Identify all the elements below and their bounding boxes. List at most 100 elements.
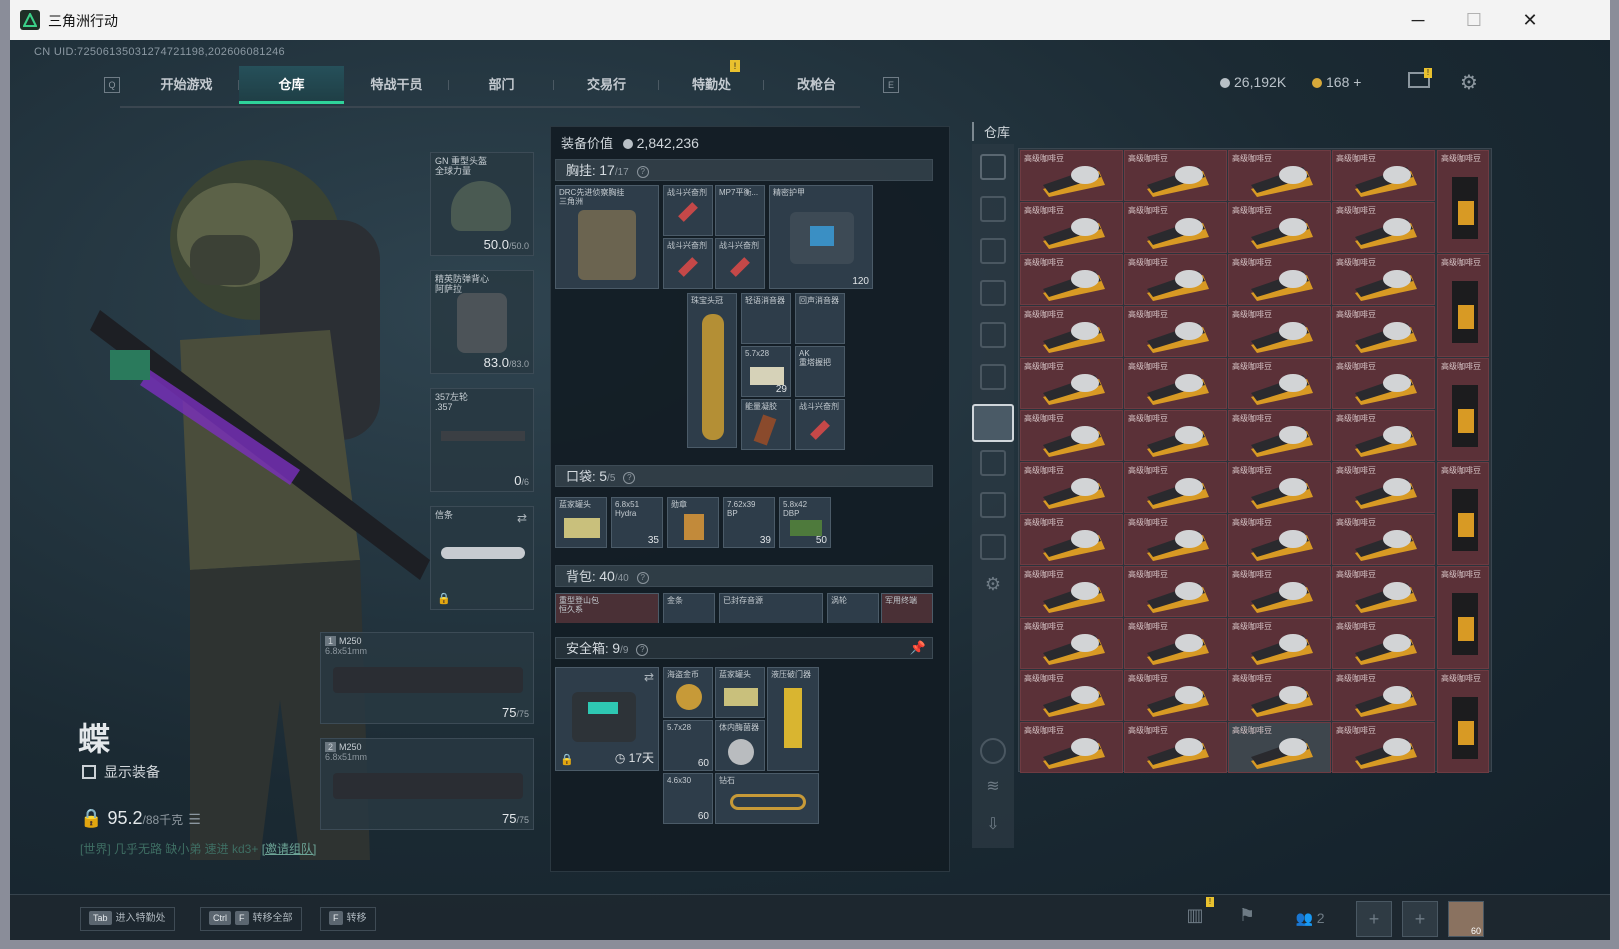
warehouse-item[interactable]: 高级咖啡豆: [1124, 150, 1227, 201]
warehouse-item[interactable]: 高级咖啡豆: [1332, 514, 1435, 565]
primary-weapon-slot-1[interactable]: 1 M250 6.8x51mm 75/75: [320, 632, 534, 724]
squad-members[interactable]: 👥 2: [1290, 905, 1330, 931]
warehouse-item[interactable]: 高级咖啡豆: [1124, 514, 1227, 565]
warehouse-sort-icon[interactable]: [980, 738, 1006, 764]
armor-slot[interactable]: 精英防弹背心 阿萨拉 83.0/83.0: [430, 270, 534, 374]
warehouse-item[interactable]: 高级咖啡豆: [1020, 202, 1123, 253]
maximize-button[interactable]: ☐: [1454, 6, 1494, 34]
warehouse-tab-5-icon[interactable]: [980, 364, 1006, 390]
warehouse-item[interactable]: 高级咖啡豆: [1332, 202, 1435, 253]
swap-icon[interactable]: ⇄: [644, 670, 654, 684]
tab-special-service[interactable]: 特勤处: [659, 66, 764, 104]
warehouse-item[interactable]: 高级咖啡豆: [1124, 254, 1227, 305]
warehouse-tab-2-icon[interactable]: [980, 238, 1006, 264]
gold-currency[interactable]: 168 +: [1312, 74, 1361, 90]
warehouse-tab-6-icon[interactable]: [980, 450, 1006, 476]
helmet-slot[interactable]: GN 重型头盔 全球力量 50.0/50.0: [430, 152, 534, 256]
show-equipment-toggle[interactable]: 显示装备: [82, 762, 160, 782]
invite-team-link[interactable]: [邀请组队]: [262, 842, 317, 856]
inventory-item[interactable]: 5.8x42 DBP 50: [779, 497, 831, 548]
warehouse-item[interactable]: 高级咖啡豆: [1124, 462, 1227, 513]
hint-enter-special-service[interactable]: Tab 进入特勤处: [80, 907, 175, 931]
warehouse-item[interactable]: 高级咖啡豆: [1124, 306, 1227, 357]
inventory-item[interactable]: 4.6x30 60: [663, 773, 713, 824]
tab-operators[interactable]: 特战干员: [344, 66, 449, 104]
inventory-item[interactable]: 已封存音源: [719, 593, 823, 623]
inventory-item[interactable]: 战斗兴奋剂: [663, 185, 713, 236]
nav-right-key[interactable]: E: [883, 77, 899, 93]
inventory-item[interactable]: 6.8x51 Hydra 35: [611, 497, 663, 548]
warehouse-item[interactable]: 高级咖啡豆: [1228, 462, 1331, 513]
warehouse-item-tall[interactable]: 高级咖啡豆: [1437, 462, 1489, 565]
warehouse-item[interactable]: 高级咖啡豆: [1020, 306, 1123, 357]
tab-market[interactable]: 交易行: [554, 66, 659, 104]
warehouse-item[interactable]: 高级咖啡豆: [1124, 618, 1227, 669]
warehouse-tab-3-icon[interactable]: [980, 280, 1006, 306]
tab-gunsmith[interactable]: 改枪台: [764, 66, 869, 104]
inventory-item[interactable]: 金条: [663, 593, 715, 623]
warehouse-item[interactable]: 高级咖啡豆: [1332, 254, 1435, 305]
inventory-item[interactable]: 回声消音器: [795, 293, 845, 344]
inventory-item[interactable]: 能量凝胶: [741, 399, 791, 450]
warehouse-item[interactable]: 高级咖啡豆: [1332, 670, 1435, 721]
inventory-item[interactable]: 军用终端: [881, 593, 933, 623]
warehouse-item-tall[interactable]: 高级咖啡豆: [1437, 150, 1489, 253]
warehouse-item[interactable]: 高级咖啡豆: [1228, 670, 1331, 721]
inventory-item[interactable]: 蓝家罐头: [715, 667, 765, 718]
warehouse-item[interactable]: 高级咖啡豆: [1332, 618, 1435, 669]
inventory-item[interactable]: AK 重塔握把: [795, 346, 845, 397]
inventory-item[interactable]: 海盗金币: [663, 667, 713, 718]
inventory-item[interactable]: 战斗兴奋剂: [715, 238, 765, 289]
help-icon[interactable]: ?: [636, 166, 649, 178]
warehouse-tab-all-icon[interactable]: [980, 154, 1006, 180]
warehouse-item[interactable]: 高级咖啡豆: [1228, 306, 1331, 357]
inventory-item[interactable]: 勋章: [667, 497, 719, 548]
warehouse-item[interactable]: 高级咖啡豆: [1020, 618, 1123, 669]
help-icon[interactable]: ?: [636, 572, 649, 584]
warehouse-item[interactable]: 高级咖啡豆: [1228, 254, 1331, 305]
warehouse-item[interactable]: 高级咖啡豆: [1020, 514, 1123, 565]
pin-icon[interactable]: 📌: [910, 638, 926, 658]
safebox-container[interactable]: ⇄ 🔒 ◷ 17天: [555, 667, 659, 771]
warehouse-item[interactable]: 高级咖啡豆: [1228, 722, 1331, 773]
inventory-item[interactable]: 战斗兴奋剂: [795, 399, 845, 450]
warehouse-item[interactable]: 高级咖啡豆: [1020, 410, 1123, 461]
warehouse-item-tall[interactable]: 高级咖啡豆: [1437, 670, 1489, 773]
stats-chart-icon[interactable]: ▥: [1182, 905, 1208, 931]
warehouse-item[interactable]: 高级咖啡豆: [1020, 254, 1123, 305]
show-equipment-checkbox[interactable]: [82, 765, 96, 779]
flag-icon[interactable]: ⚑: [1234, 905, 1260, 931]
hint-transfer[interactable]: F 转移: [320, 907, 376, 931]
layers-icon[interactable]: ≋: [980, 776, 1006, 802]
swap-icon[interactable]: ⇄: [517, 511, 527, 525]
warehouse-item[interactable]: 高级咖啡豆: [1228, 566, 1331, 617]
warehouse-item[interactable]: 高级咖啡豆: [1228, 618, 1331, 669]
warehouse-item[interactable]: 高级咖啡豆: [1020, 358, 1123, 409]
warehouse-settings-gear-icon[interactable]: ⚙: [980, 574, 1006, 600]
warehouse-item[interactable]: 高级咖啡豆: [1332, 410, 1435, 461]
inventory-item[interactable]: 轻语消音器: [741, 293, 791, 344]
warehouse-tab-4-icon[interactable]: [980, 322, 1006, 348]
tab-department[interactable]: 部门: [449, 66, 554, 104]
warehouse-item-tall[interactable]: 高级咖啡豆: [1437, 358, 1489, 461]
warehouse-item[interactable]: 高级咖啡豆: [1332, 358, 1435, 409]
warehouse-item[interactable]: 高级咖啡豆: [1124, 722, 1227, 773]
inventory-item[interactable]: 蓝家罐头: [555, 497, 607, 548]
warehouse-item[interactable]: 高级咖啡豆: [1020, 670, 1123, 721]
inventory-item[interactable]: 战斗兴奋剂: [663, 238, 713, 289]
primary-weapon-slot-2[interactable]: 2 M250 6.8x51mm 75/75: [320, 738, 534, 830]
warehouse-item[interactable]: 高级咖啡豆: [1020, 722, 1123, 773]
warehouse-item[interactable]: 高级咖啡豆: [1228, 358, 1331, 409]
warehouse-item[interactable]: 高级咖啡豆: [1332, 462, 1435, 513]
warehouse-item[interactable]: 高级咖啡豆: [1020, 566, 1123, 617]
inventory-item[interactable]: 液压破门器: [767, 667, 819, 771]
warehouse-item[interactable]: 高级咖啡豆: [1124, 566, 1227, 617]
settings-gear-icon[interactable]: ⚙: [1460, 70, 1478, 95]
inventory-item[interactable]: 重型登山包 恒久系: [555, 593, 659, 623]
warehouse-item[interactable]: 高级咖啡豆: [1124, 410, 1227, 461]
inventory-item[interactable]: 珠宝头冠: [687, 293, 737, 448]
warehouse-item[interactable]: 高级咖啡豆: [1332, 150, 1435, 201]
warehouse-item[interactable]: 高级咖啡豆: [1332, 722, 1435, 773]
warehouse-item[interactable]: 高级咖啡豆: [1124, 358, 1227, 409]
squad-slot-2[interactable]: +: [1402, 901, 1438, 937]
